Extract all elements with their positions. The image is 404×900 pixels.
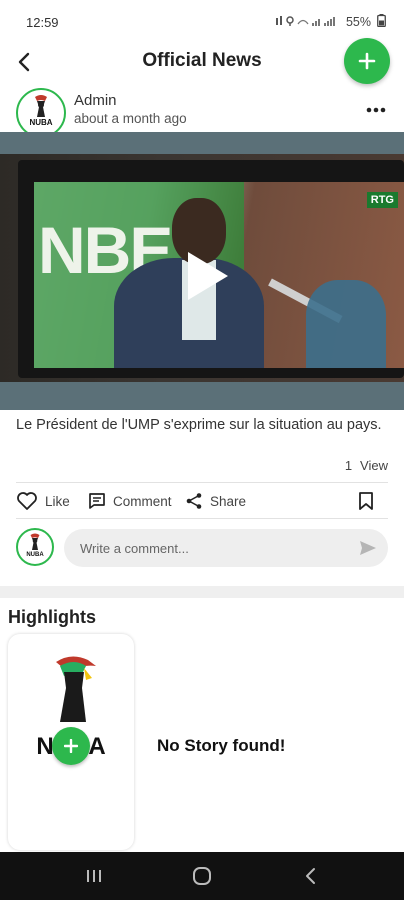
video-player[interactable]: NBE RTG — [0, 132, 404, 410]
add-story-button[interactable] — [52, 727, 90, 765]
send-comment-button[interactable] — [358, 538, 378, 558]
back-arrow-icon — [18, 52, 30, 72]
battery-percent: 55% — [345, 15, 371, 29]
app-header: Official News — [0, 38, 404, 86]
recent-apps-button[interactable] — [74, 856, 114, 896]
speaker-figure — [104, 192, 264, 368]
highlights-title: Highlights — [8, 607, 96, 627]
share-label: Share — [210, 493, 247, 509]
send-icon — [360, 541, 376, 555]
plus-icon — [64, 739, 78, 753]
channel-badge: RTG — [366, 192, 398, 208]
user-avatar-logo-text: NUBA — [26, 552, 44, 558]
add-post-button[interactable] — [344, 38, 390, 84]
share-button[interactable]: Share — [185, 486, 246, 516]
comment-label: Comment — [113, 493, 172, 509]
bookmark-button[interactable] — [358, 491, 378, 511]
system-back-button[interactable] — [290, 856, 330, 896]
heart-icon — [17, 492, 37, 510]
post-actions: Like Comment Share — [0, 486, 404, 516]
comment-icon — [89, 493, 105, 509]
comment-input[interactable] — [64, 529, 388, 567]
bookmark-icon — [359, 492, 373, 510]
like-label: Like — [45, 493, 70, 509]
home-button[interactable] — [182, 856, 222, 896]
post-caption: Le Président de l'UMP s'exprime sur la s… — [16, 417, 382, 433]
more-dots-icon — [366, 107, 386, 113]
user-avatar[interactable]: NUBA — [16, 528, 54, 566]
status-indicators: 55% — [275, 14, 386, 30]
signal-icons — [275, 15, 340, 30]
recent-apps-icon — [87, 870, 101, 882]
divider — [16, 518, 388, 519]
play-button[interactable] — [184, 250, 230, 302]
empty-story-message: No Story found! — [157, 736, 286, 755]
reporter-figure — [306, 280, 386, 368]
battery-icon — [377, 14, 386, 30]
share-icon — [186, 493, 202, 509]
post-author-row: NUBA Admin about a month ago — [0, 88, 404, 138]
chevron-left-icon — [306, 868, 315, 884]
section-divider — [0, 586, 404, 598]
comment-row: NUBA — [0, 528, 404, 570]
view-count-label: View — [360, 458, 388, 473]
system-nav-bar — [0, 852, 404, 900]
post-time: about a month ago — [74, 111, 187, 126]
view-count-number: 1 — [344, 458, 353, 473]
status-time: 12:59 — [26, 14, 59, 30]
nuba-logo-icon: NUBA — [26, 533, 44, 558]
more-options-button[interactable] — [364, 98, 388, 122]
avatar-logo-text: NUBA — [29, 118, 52, 127]
nuba-logo-icon: NUBA — [29, 95, 53, 127]
add-story-card[interactable]: NUBA — [8, 634, 134, 850]
back-button[interactable] — [10, 48, 38, 76]
comment-button[interactable]: Comment — [88, 486, 172, 516]
divider — [16, 482, 388, 483]
author-name[interactable]: Admin — [74, 92, 117, 109]
like-button[interactable]: Like — [16, 486, 70, 516]
home-circle-icon — [193, 867, 211, 885]
play-icon — [188, 252, 228, 300]
plus-icon — [358, 52, 376, 70]
author-avatar[interactable]: NUBA — [16, 88, 66, 138]
view-count: 1 View — [345, 458, 388, 473]
